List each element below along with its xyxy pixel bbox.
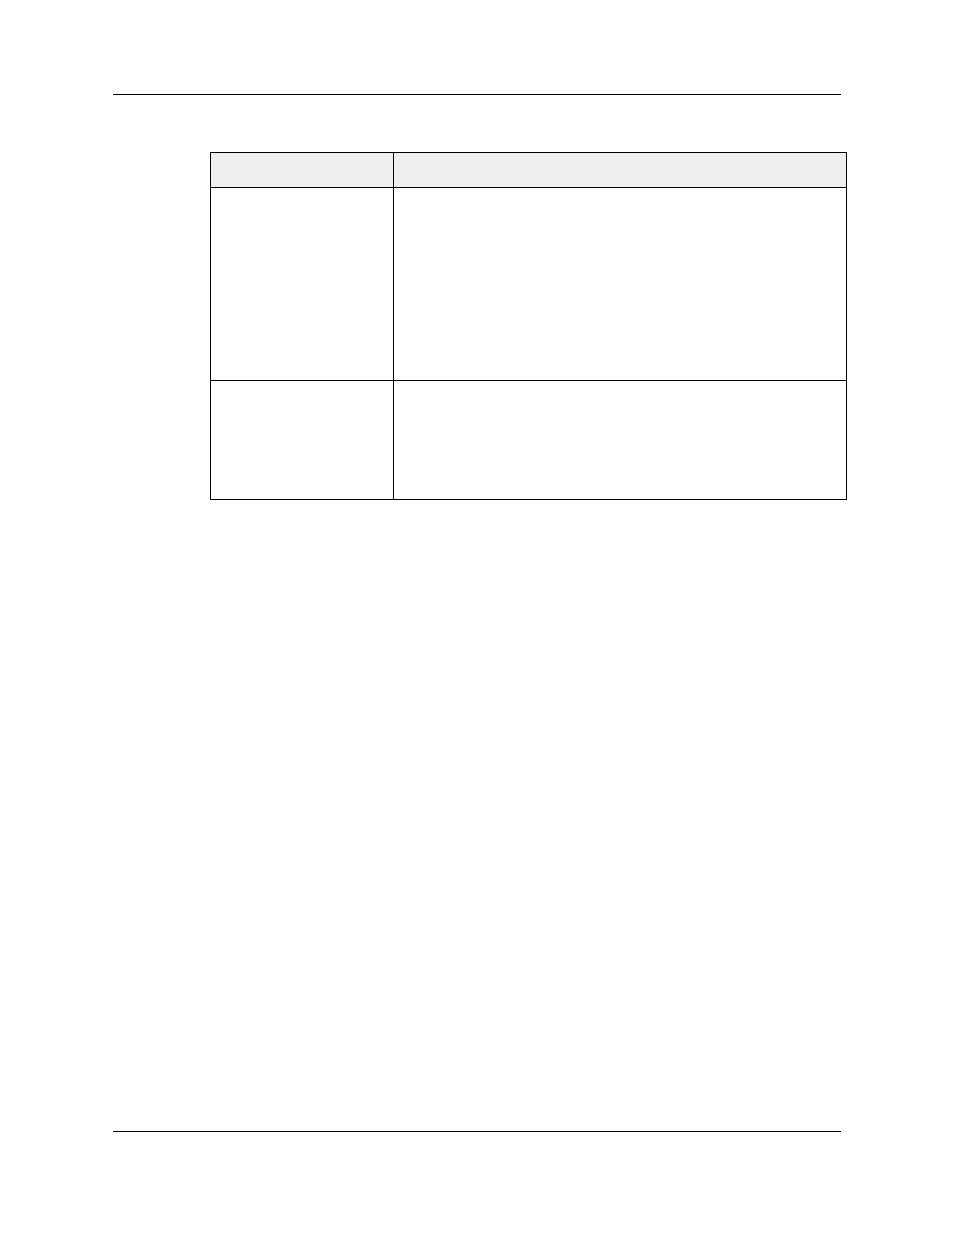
table-header-row — [211, 153, 847, 188]
table-cell-label — [211, 381, 394, 500]
table-row — [211, 381, 847, 500]
table-cell-value — [394, 188, 847, 381]
table-cell-label — [211, 188, 394, 381]
table-row — [211, 188, 847, 381]
table-header-cell — [394, 153, 847, 188]
top-horizontal-rule — [113, 94, 841, 95]
table-cell-value — [394, 381, 847, 500]
content-area — [210, 152, 847, 500]
bottom-horizontal-rule — [113, 1131, 841, 1132]
specification-table — [210, 152, 847, 500]
table-header-cell — [211, 153, 394, 188]
